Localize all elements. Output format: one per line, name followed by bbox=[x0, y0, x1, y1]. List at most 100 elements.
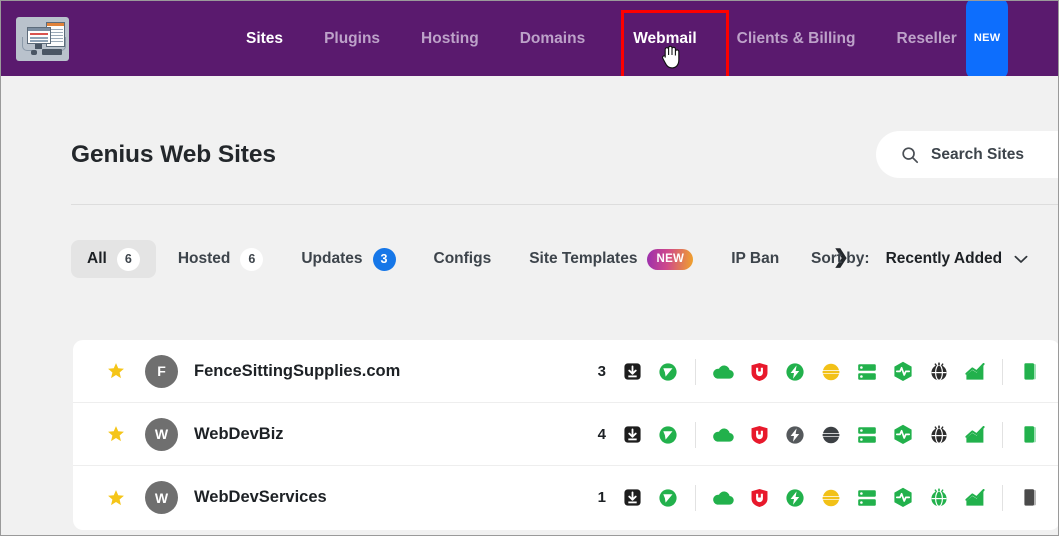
download-updates-icon[interactable] bbox=[621, 361, 643, 383]
favorite-star-icon[interactable] bbox=[107, 362, 125, 380]
tab-count-updates: 3 bbox=[372, 247, 396, 271]
site-shield-icon[interactable] bbox=[657, 424, 679, 446]
uptime-pulse-icon[interactable] bbox=[892, 361, 914, 383]
site-name-link[interactable]: WebDevBiz bbox=[194, 425, 284, 444]
security-shield-icon[interactable] bbox=[748, 424, 770, 446]
avatar: F bbox=[145, 354, 178, 388]
cache-sun-icon[interactable] bbox=[820, 361, 842, 383]
tab-hosted[interactable]: Hosted 6 bbox=[162, 240, 280, 278]
tab-site-templates[interactable]: Site Templates NEW bbox=[513, 240, 709, 278]
favorite-star-icon[interactable] bbox=[107, 425, 125, 443]
uptime-pulse-icon[interactable] bbox=[892, 487, 914, 509]
nav-item-plugins[interactable]: Plugins bbox=[324, 1, 380, 76]
nav-item-webmail[interactable]: Webmail bbox=[633, 1, 696, 76]
tab-label-hosted: Hosted bbox=[177, 250, 231, 267]
favorite-star-icon[interactable] bbox=[107, 489, 125, 507]
tab-ip-ban[interactable]: IP Ban bbox=[715, 240, 795, 278]
icon-divider bbox=[1002, 484, 1003, 511]
globe-cdn-icon[interactable] bbox=[928, 487, 950, 509]
icon-divider bbox=[1002, 421, 1003, 448]
globe-cdn-icon[interactable] bbox=[928, 424, 950, 446]
tab-label-configs: Configs bbox=[433, 250, 492, 267]
avatar: W bbox=[145, 417, 178, 451]
brand-logo[interactable] bbox=[16, 17, 69, 61]
site-name-link[interactable]: WebDevServices bbox=[194, 488, 327, 507]
nav-label-webmail: Webmail bbox=[633, 30, 697, 47]
icon-divider bbox=[695, 421, 696, 448]
top-navigation-bar: Sites Plugins Hosting Domains Webmail Cl… bbox=[1, 1, 1058, 80]
tab-count-all: 6 bbox=[116, 247, 140, 271]
nav-label-sites: Sites bbox=[246, 30, 284, 47]
nav-links: Sites Plugins Hosting Domains Webmail Cl… bbox=[246, 1, 1049, 79]
site-name-link[interactable]: FenceSittingSupplies.com bbox=[194, 362, 400, 381]
search-icon bbox=[901, 146, 919, 164]
server-stack-icon[interactable] bbox=[856, 424, 878, 446]
table-row[interactable]: W WebDevServices 1 bbox=[73, 466, 1058, 529]
analytics-chart-icon[interactable] bbox=[964, 361, 986, 383]
chevron-down-icon[interactable] bbox=[1014, 255, 1028, 264]
nav-item-clients-billing[interactable]: Clients & Billing bbox=[737, 1, 856, 76]
speed-bolt-icon[interactable] bbox=[784, 361, 806, 383]
tab-label-ip-ban: IP Ban bbox=[731, 250, 780, 267]
cloud-icon[interactable] bbox=[712, 424, 734, 446]
site-status-icons: 1 bbox=[598, 466, 1048, 529]
logo-keyboard bbox=[42, 49, 62, 55]
analytics-chart-icon[interactable] bbox=[964, 487, 986, 509]
tab-configs[interactable]: Configs bbox=[418, 240, 508, 278]
sort-by-label: Sort by: bbox=[811, 250, 870, 267]
nav-label-hosting: Hosting bbox=[421, 30, 479, 47]
search-input[interactable] bbox=[931, 145, 1058, 164]
tab-updates[interactable]: Updates 3 bbox=[285, 240, 411, 278]
tab-count-hosted: 6 bbox=[240, 247, 264, 271]
uptime-pulse-icon[interactable] bbox=[892, 424, 914, 446]
cache-sun-icon[interactable] bbox=[820, 487, 842, 509]
header-divider bbox=[71, 204, 1058, 205]
tab-label-all: All bbox=[87, 250, 107, 267]
speed-bolt-icon[interactable] bbox=[784, 424, 806, 446]
nav-item-reseller[interactable]: Reseller NEW bbox=[896, 1, 1009, 79]
search-sites-box[interactable] bbox=[876, 131, 1058, 178]
nav-label-reseller: Reseller bbox=[896, 30, 957, 47]
server-stack-icon[interactable] bbox=[856, 487, 878, 509]
updates-count: 3 bbox=[597, 363, 606, 380]
cloud-icon[interactable] bbox=[712, 361, 734, 383]
globe-cdn-icon[interactable] bbox=[928, 361, 950, 383]
sites-list-card: F FenceSittingSupplies.com 3 W WebDevBiz… bbox=[73, 340, 1058, 530]
speed-bolt-icon[interactable] bbox=[784, 487, 806, 509]
logo-monitor-screen bbox=[27, 27, 51, 44]
logo-mouse bbox=[31, 50, 37, 55]
download-updates-icon[interactable] bbox=[621, 487, 643, 509]
page-title: Genius Web Sites bbox=[71, 141, 276, 168]
download-updates-icon[interactable] bbox=[621, 424, 643, 446]
updates-count: 1 bbox=[597, 489, 606, 506]
security-shield-icon[interactable] bbox=[748, 361, 770, 383]
analytics-chart-icon[interactable] bbox=[964, 424, 986, 446]
nav-label-plugins: Plugins bbox=[324, 30, 381, 47]
clone-site-icon[interactable] bbox=[1019, 487, 1041, 509]
cloud-icon[interactable] bbox=[712, 487, 734, 509]
cache-sun-icon[interactable] bbox=[820, 424, 842, 446]
table-row[interactable]: F FenceSittingSupplies.com 3 bbox=[73, 340, 1058, 403]
updates-count: 4 bbox=[597, 426, 606, 443]
icon-divider bbox=[1002, 358, 1003, 385]
clone-site-icon[interactable] bbox=[1019, 361, 1041, 383]
tab-label-updates: Updates bbox=[301, 250, 363, 267]
site-shield-icon[interactable] bbox=[657, 361, 679, 383]
security-shield-icon[interactable] bbox=[748, 487, 770, 509]
tab-badge-site-templates-new: NEW bbox=[647, 248, 694, 270]
tab-all[interactable]: All 6 bbox=[71, 240, 156, 278]
nav-item-sites[interactable]: Sites bbox=[246, 1, 283, 76]
page-body: Genius Web Sites All 6 bbox=[1, 76, 1058, 535]
sort-by-control: Sort by: Recently Added bbox=[811, 238, 1028, 280]
nav-label-domains: Domains bbox=[519, 30, 586, 47]
icon-divider bbox=[695, 358, 696, 385]
clone-site-icon[interactable] bbox=[1019, 424, 1041, 446]
avatar: W bbox=[145, 481, 178, 514]
server-stack-icon[interactable] bbox=[856, 361, 878, 383]
sort-by-value[interactable]: Recently Added bbox=[886, 250, 1003, 268]
site-shield-icon[interactable] bbox=[657, 487, 679, 509]
table-row[interactable]: W WebDevBiz 4 bbox=[73, 403, 1058, 466]
nav-item-domains[interactable]: Domains bbox=[520, 1, 585, 76]
nav-item-hosting[interactable]: Hosting bbox=[421, 1, 479, 76]
logo-monitor-stand bbox=[35, 44, 42, 49]
